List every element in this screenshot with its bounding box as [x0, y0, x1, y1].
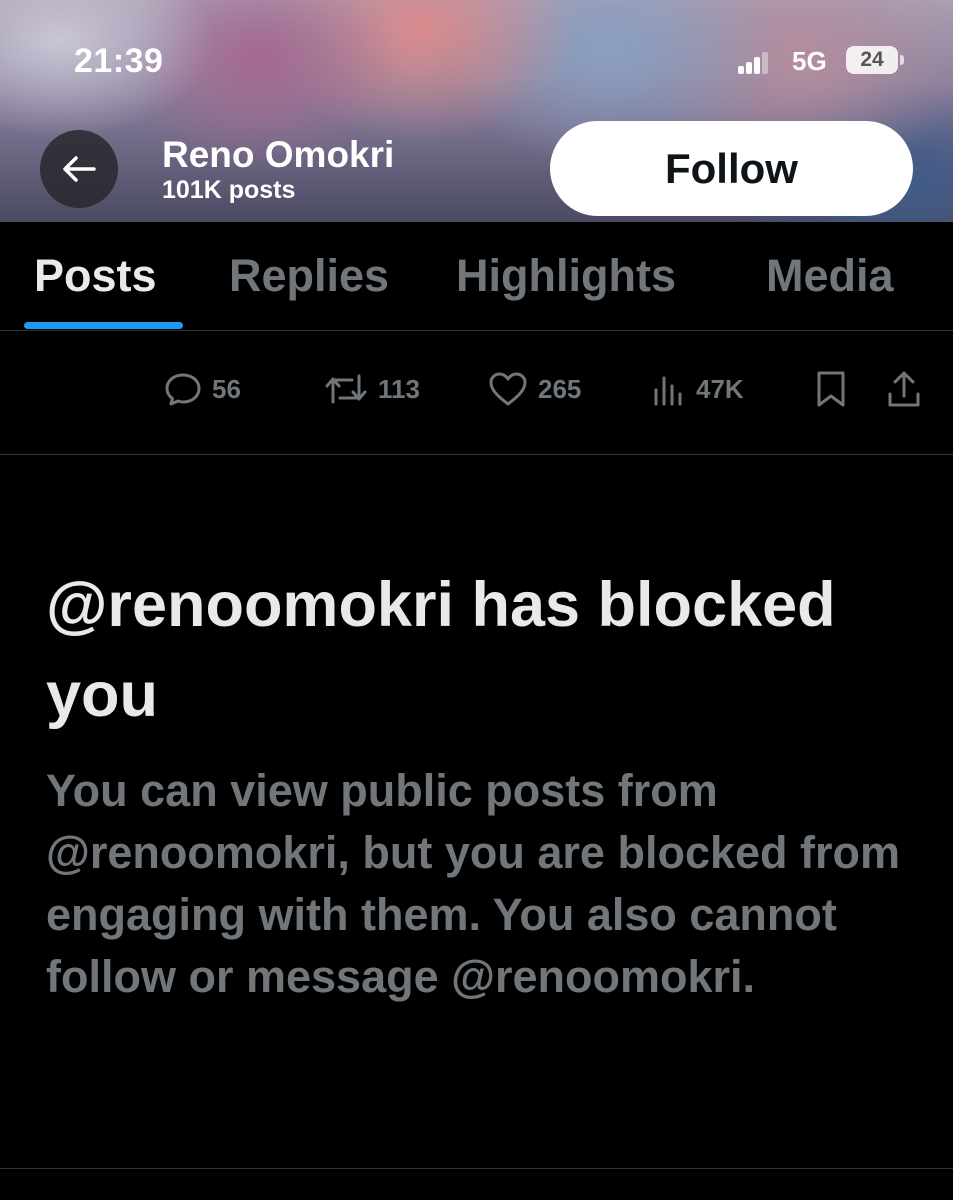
battery-icon: 24: [846, 46, 898, 74]
active-tab-indicator: [24, 322, 183, 329]
views-icon: [654, 376, 682, 406]
bottom-divider: [0, 1168, 953, 1169]
status-bar: 21:39 5G 24: [0, 0, 953, 120]
share-icon: [888, 371, 920, 407]
reply-button[interactable]: 56: [164, 369, 241, 409]
reply-icon: [165, 373, 201, 406]
like-icon: [489, 372, 527, 406]
tab-highlights[interactable]: Highlights: [456, 250, 676, 302]
back-button[interactable]: [40, 130, 118, 208]
tab-replies[interactable]: Replies: [229, 250, 389, 302]
post-count: 101K posts: [162, 176, 296, 204]
profile-tabs: Posts Replies Highlights Media: [0, 222, 953, 330]
profile-name: Reno Omokri: [162, 134, 395, 175]
actions-divider: [0, 454, 953, 455]
repost-count: 113: [378, 373, 420, 404]
share-button[interactable]: [886, 369, 922, 409]
tab-posts[interactable]: Posts: [34, 250, 157, 302]
post-action-bar: 56 113 265 47K: [0, 331, 953, 453]
bookmark-icon: [817, 371, 845, 407]
repost-button[interactable]: 113: [324, 369, 420, 409]
repost-icon: [325, 374, 367, 404]
like-count: 265: [538, 373, 582, 404]
signal-icon: [738, 52, 770, 74]
blocked-description: You can view public posts from @renoomok…: [46, 765, 901, 1002]
like-button[interactable]: 265: [488, 369, 581, 409]
tab-media[interactable]: Media: [766, 250, 894, 302]
blocked-title: @renoomokri has blocked you: [46, 570, 836, 730]
bookmark-button[interactable]: [814, 369, 848, 409]
back-arrow-icon: [63, 156, 96, 182]
battery-level: 24: [860, 48, 884, 71]
battery-tip: [900, 55, 904, 65]
views-button[interactable]: 47K: [652, 369, 744, 409]
reply-count: 56: [212, 373, 241, 404]
network-type: 5G: [792, 46, 827, 76]
status-time: 21:39: [74, 42, 164, 80]
views-count: 47K: [696, 373, 744, 404]
follow-button[interactable]: Follow: [550, 121, 913, 216]
